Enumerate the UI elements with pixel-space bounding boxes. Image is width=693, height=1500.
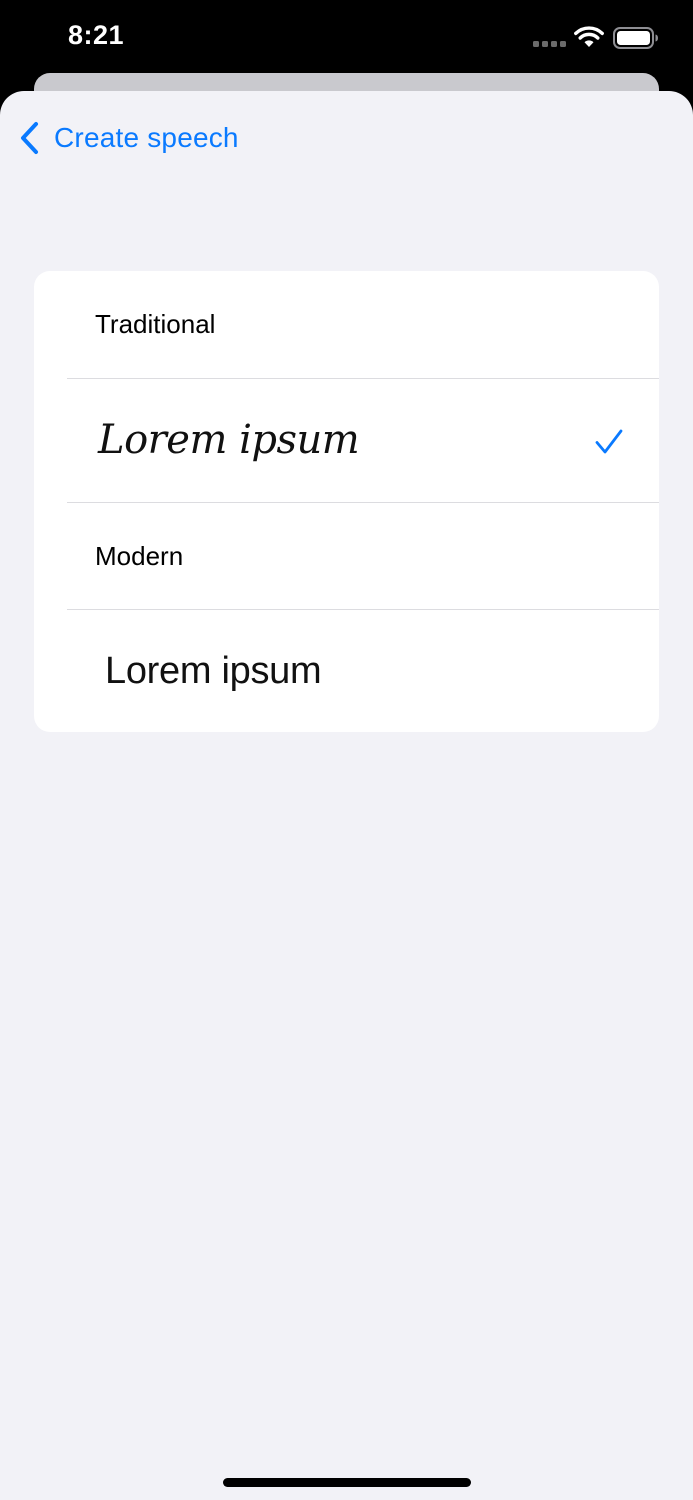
wifi-icon [574, 26, 604, 47]
style-option-label: Modern [95, 541, 184, 571]
style-options-list: Traditional Lorem ipsum Modern Lorem ips… [34, 271, 659, 732]
battery-icon [613, 27, 658, 49]
back-button-label: Create speech [54, 122, 239, 153]
checkmark-icon [595, 429, 623, 454]
status-bar: 8:21 [0, 0, 693, 75]
back-button[interactable]: Create speech [18, 120, 239, 156]
style-sample-text: Lorem ipsum [98, 417, 360, 463]
cellular-signal-icon [533, 41, 567, 47]
style-option-traditional[interactable]: Traditional [34, 271, 659, 379]
style-sample-traditional[interactable]: Lorem ipsum [34, 379, 659, 503]
chevron-left-icon [21, 122, 38, 154]
home-indicator[interactable] [223, 1478, 471, 1487]
style-option-modern[interactable]: Modern [34, 503, 659, 610]
style-sample-modern[interactable]: Lorem ipsum [34, 610, 659, 732]
style-option-label: Traditional [95, 309, 216, 339]
style-sample-text: Lorem ipsum [105, 650, 322, 692]
status-time: 8:21 [68, 20, 125, 50]
